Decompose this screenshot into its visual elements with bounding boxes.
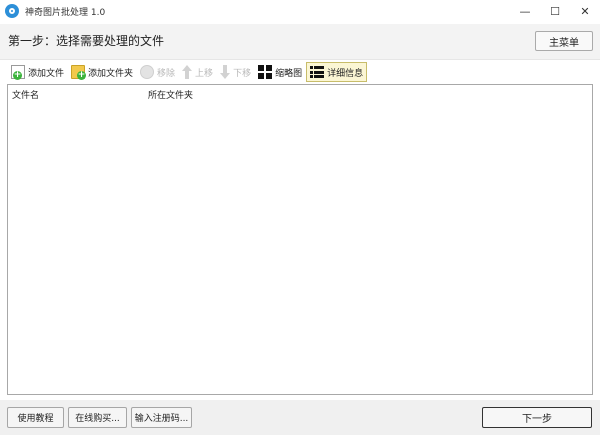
arrow-up-icon	[182, 65, 193, 79]
minimize-button[interactable]: —	[510, 0, 540, 22]
add-folder-button[interactable]: 添加文件夹	[68, 62, 136, 82]
maximize-button[interactable]: ☐	[540, 0, 570, 22]
thumbnail-view-button[interactable]: 缩略图	[255, 62, 305, 82]
detail-view-label: 详细信息	[327, 68, 364, 79]
add-file-button[interactable]: 添加文件	[8, 62, 67, 82]
main-menu-button[interactable]: 主菜单	[535, 31, 593, 51]
remove-label: 移除	[157, 68, 176, 79]
add-folder-icon	[71, 65, 87, 80]
next-step-button[interactable]: 下一步	[482, 407, 592, 428]
remove-icon	[140, 65, 155, 79]
move-down-button[interactable]: 下移	[217, 62, 254, 82]
add-folder-label: 添加文件夹	[88, 68, 134, 79]
title-bar: 神奇图片批处理 1.0 — ☐ ✕	[0, 0, 600, 22]
detail-view-button[interactable]: 详细信息	[306, 62, 368, 82]
grid-icon	[258, 65, 273, 79]
buy-online-button[interactable]: 在线购买...	[68, 407, 127, 428]
step-title: 第一步：选择需要处理的文件	[8, 34, 165, 48]
move-up-button[interactable]: 上移	[179, 62, 216, 82]
move-up-label: 上移	[195, 68, 214, 79]
window-title: 神奇图片批处理 1.0	[25, 7, 106, 18]
enter-code-button[interactable]: 输入注册码...	[131, 407, 192, 428]
list-icon	[310, 65, 325, 79]
move-down-label: 下移	[233, 68, 252, 79]
app-icon	[5, 4, 19, 18]
column-header-folder[interactable]: 所在文件夹	[148, 88, 193, 101]
tutorial-button[interactable]: 使用教程	[7, 407, 64, 428]
thumbnail-view-label: 缩略图	[275, 68, 303, 79]
window-controls: — ☐ ✕	[510, 0, 600, 22]
step-header: 第一步：选择需要处理的文件 主菜单	[0, 24, 600, 60]
footer-bar: 使用教程 在线购买... 输入注册码... 下一步	[0, 400, 600, 435]
add-file-label: 添加文件	[28, 68, 65, 79]
column-header-filename[interactable]: 文件名	[12, 88, 39, 101]
arrow-down-icon	[220, 65, 231, 79]
toolbar: 添加文件 添加文件夹 移除 上移 下移 缩略图 详细信息	[8, 62, 592, 82]
remove-button[interactable]: 移除	[137, 62, 178, 82]
add-file-icon	[11, 65, 25, 80]
file-list[interactable]: 文件名 所在文件夹	[7, 84, 593, 395]
close-button[interactable]: ✕	[570, 0, 600, 22]
